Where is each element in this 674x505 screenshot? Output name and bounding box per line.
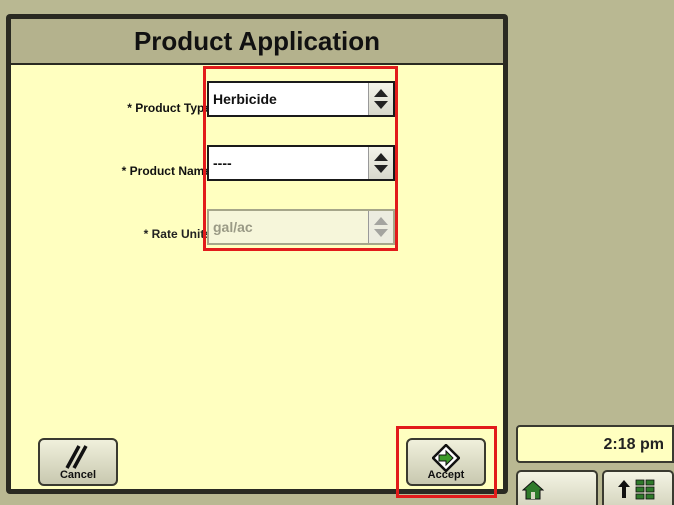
product-name-label: * Product Name xyxy=(121,164,211,178)
cancel-slashes-icon xyxy=(65,445,88,469)
spinner-down-icon xyxy=(374,101,388,109)
clock-display: 2:18 pm xyxy=(516,425,674,463)
spinner-down-icon xyxy=(374,229,388,237)
product-type-label: * Product Type xyxy=(127,101,211,115)
accept-arrow-icon xyxy=(432,444,460,472)
product-type-select[interactable]: Herbicide xyxy=(207,81,395,117)
product-name-value: ---- xyxy=(213,155,232,171)
dialog-title-bar: Product Application xyxy=(11,19,503,65)
layout-manager-button[interactable] xyxy=(602,470,674,505)
spinner-up-icon xyxy=(374,153,388,161)
product-name-spinner[interactable] xyxy=(368,147,393,179)
accept-button[interactable]: Accept xyxy=(406,438,486,486)
product-type-spinner[interactable] xyxy=(368,83,393,115)
spinner-up-icon xyxy=(374,89,388,97)
cancel-label: Cancel xyxy=(59,469,97,481)
accept-label: Accept xyxy=(427,469,465,481)
home-button[interactable] xyxy=(516,470,598,505)
rate-units-select: gal/ac xyxy=(207,209,395,245)
dialog-title: Product Application xyxy=(133,26,381,56)
product-type-value: Herbicide xyxy=(213,91,277,107)
rate-units-label: * Rate Units xyxy=(143,227,211,241)
cancel-button[interactable]: Cancel xyxy=(38,438,118,486)
spinner-up-icon xyxy=(374,217,388,225)
home-icon xyxy=(522,480,544,500)
up-arrow-grid-icon xyxy=(618,479,655,500)
rate-units-spinner xyxy=(368,211,393,243)
rate-units-value: gal/ac xyxy=(213,219,253,235)
spinner-down-icon xyxy=(374,165,388,173)
product-name-select[interactable]: ---- xyxy=(207,145,395,181)
clock-time: 2:18 pm xyxy=(603,436,664,453)
